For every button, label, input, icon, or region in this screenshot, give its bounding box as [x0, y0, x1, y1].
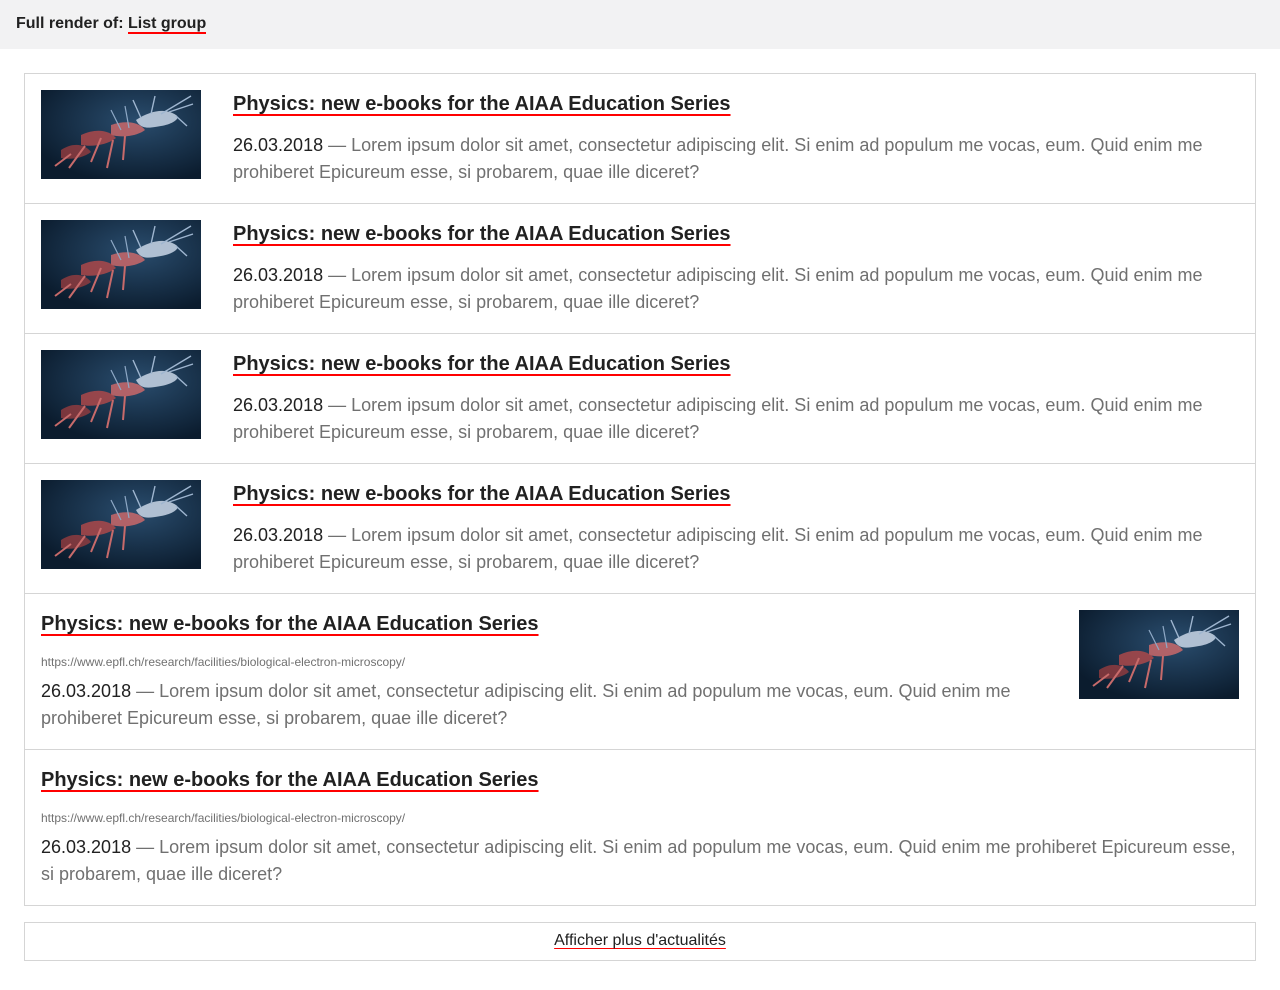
- news-text: Lorem ipsum dolor sit amet, consectetur …: [233, 265, 1203, 312]
- render-header: Full render of: List group: [0, 0, 1280, 49]
- news-url: https://www.epfl.ch/research/facilities/…: [41, 811, 406, 825]
- list-item: Physics: new e-books for the AIAA Educat…: [25, 74, 1255, 204]
- news-text: Lorem ipsum dolor sit amet, consectetur …: [41, 681, 1011, 728]
- news-title-link[interactable]: Physics: new e-books for the AIAA Educat…: [233, 353, 731, 376]
- list-item: Physics: new e-books for the AIAA Educat…: [25, 750, 1255, 905]
- news-description: 26.03.2018 — Lorem ipsum dolor sit amet,…: [41, 834, 1241, 888]
- news-description: 26.03.2018 — Lorem ipsum dolor sit amet,…: [41, 678, 1041, 732]
- list-item: Physics: new e-books for the AIAA Educat…: [25, 594, 1255, 750]
- separator: —: [131, 837, 160, 857]
- jellyfish-image: [41, 220, 201, 309]
- news-date: 26.03.2018: [233, 265, 324, 285]
- news-text: Lorem ipsum dolor sit amet, consectetur …: [233, 135, 1203, 182]
- render-header-prefix: Full render of:: [16, 15, 124, 32]
- list-item: Physics: new e-books for the AIAA Educat…: [25, 464, 1255, 594]
- jellyfish-image: [41, 480, 201, 569]
- news-text: Lorem ipsum dolor sit amet, consectetur …: [233, 395, 1203, 442]
- news-text: Lorem ipsum dolor sit amet, consectetur …: [41, 837, 1236, 884]
- render-header-link[interactable]: List group: [128, 15, 207, 34]
- news-title-link[interactable]: Physics: new e-books for the AIAA Educat…: [233, 483, 731, 506]
- news-description: 26.03.2018 — Lorem ipsum dolor sit amet,…: [233, 132, 1233, 186]
- news-date: 26.03.2018: [233, 135, 324, 155]
- news-text: Lorem ipsum dolor sit amet, consectetur …: [233, 525, 1203, 572]
- show-more-container: Afficher plus d'actualités: [24, 922, 1256, 961]
- news-description: 26.03.2018 — Lorem ipsum dolor sit amet,…: [233, 392, 1233, 446]
- news-thumbnail[interactable]: [41, 90, 201, 179]
- jellyfish-image: [41, 350, 201, 439]
- list-item: Physics: new e-books for the AIAA Educat…: [25, 204, 1255, 334]
- news-date: 26.03.2018: [233, 395, 324, 415]
- news-url: https://www.epfl.ch/research/facilities/…: [41, 655, 406, 669]
- news-thumbnail[interactable]: [1079, 610, 1239, 699]
- news-thumbnail[interactable]: [41, 480, 201, 569]
- jellyfish-image: [1079, 610, 1239, 699]
- show-more-link[interactable]: Afficher plus d'actualités: [554, 932, 726, 949]
- separator: —: [323, 395, 352, 415]
- list-group: Physics: new e-books for the AIAA Educat…: [24, 73, 1256, 906]
- separator: —: [131, 681, 160, 701]
- news-description: 26.03.2018 — Lorem ipsum dolor sit amet,…: [233, 262, 1233, 316]
- separator: —: [323, 265, 352, 285]
- news-date: 26.03.2018: [41, 837, 132, 857]
- news-date: 26.03.2018: [41, 681, 132, 701]
- separator: —: [323, 525, 352, 545]
- jellyfish-image: [41, 90, 201, 179]
- separator: —: [323, 135, 352, 155]
- news-title-link[interactable]: Physics: new e-books for the AIAA Educat…: [233, 93, 731, 116]
- news-title-link[interactable]: Physics: new e-books for the AIAA Educat…: [41, 613, 539, 636]
- news-title-link[interactable]: Physics: new e-books for the AIAA Educat…: [41, 769, 539, 792]
- news-thumbnail[interactable]: [41, 220, 201, 309]
- news-title-link[interactable]: Physics: new e-books for the AIAA Educat…: [233, 223, 731, 246]
- news-date: 26.03.2018: [233, 525, 324, 545]
- list-item: Physics: new e-books for the AIAA Educat…: [25, 334, 1255, 464]
- news-description: 26.03.2018 — Lorem ipsum dolor sit amet,…: [233, 522, 1233, 576]
- news-thumbnail[interactable]: [41, 350, 201, 439]
